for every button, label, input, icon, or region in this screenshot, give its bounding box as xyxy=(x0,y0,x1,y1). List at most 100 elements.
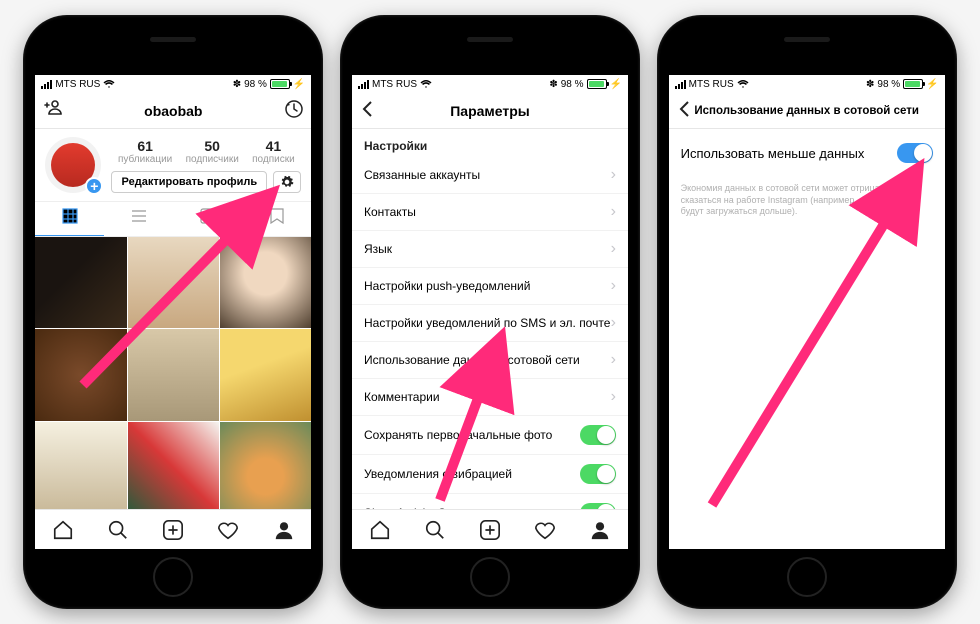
search-icon[interactable] xyxy=(107,519,129,541)
gear-icon xyxy=(280,175,294,189)
add-post-icon[interactable] xyxy=(162,519,184,541)
home-icon[interactable] xyxy=(52,519,74,541)
add-post-icon[interactable] xyxy=(479,519,501,541)
battery-pct: 98 % xyxy=(244,79,267,90)
stat-posts[interactable]: 61публикации xyxy=(118,138,172,165)
carrier-label: MTS RUS xyxy=(372,79,417,90)
photos-of-you-tab[interactable] xyxy=(173,202,242,236)
stat-followers[interactable]: 50подписчики xyxy=(186,138,239,165)
row-contacts[interactable]: Контакты› xyxy=(352,194,628,231)
home-button[interactable] xyxy=(470,557,510,597)
profile-icon[interactable] xyxy=(273,519,295,541)
footnote: Экономия данных в сотовой сети может отр… xyxy=(669,177,945,224)
chevron-right-icon: › xyxy=(611,351,616,369)
toggle-switch[interactable] xyxy=(897,143,933,163)
phone-cellular: MTS RUS ✽ 98 % ⚡ Использование данных в … xyxy=(657,15,957,609)
back-button[interactable] xyxy=(360,100,374,121)
grid-cell[interactable] xyxy=(35,422,126,509)
chevron-right-icon: › xyxy=(611,166,616,184)
stats-row: 61публикации 50подписчики 41подписки xyxy=(111,138,301,165)
search-icon[interactable] xyxy=(424,519,446,541)
chevron-right-icon: › xyxy=(611,277,616,295)
saved-tab[interactable] xyxy=(242,202,311,236)
row-label: Использовать меньше данных xyxy=(681,146,865,161)
signal-icon xyxy=(675,80,686,89)
row-cellular-data[interactable]: Использование данных в сотовой сети› xyxy=(352,342,628,379)
row-push[interactable]: Настройки push-уведомлений› xyxy=(352,268,628,305)
settings-header: Параметры xyxy=(352,93,628,129)
bluetooth-icon: ✽ xyxy=(233,79,241,90)
signal-icon xyxy=(358,80,369,89)
stat-following[interactable]: 41подписки xyxy=(252,138,295,165)
archive-icon[interactable] xyxy=(285,100,303,121)
charging-icon: ⚡ xyxy=(293,79,305,90)
row-linked-accounts[interactable]: Связанные аккаунты› xyxy=(352,157,628,194)
profile-icon[interactable] xyxy=(589,519,611,541)
home-icon[interactable] xyxy=(369,519,391,541)
photo-grid xyxy=(35,237,311,509)
page-title: Использование данных в сотовой сети xyxy=(694,105,919,117)
wifi-icon xyxy=(420,79,432,89)
settings-gear-button[interactable] xyxy=(273,171,301,193)
cellular-header: Использование данных в сотовой сети xyxy=(669,93,945,129)
chevron-right-icon: › xyxy=(611,314,616,332)
battery-icon xyxy=(270,79,290,89)
chevron-left-icon xyxy=(360,100,374,118)
activity-icon[interactable] xyxy=(217,519,239,541)
home-button[interactable] xyxy=(153,557,193,597)
wifi-icon xyxy=(737,79,749,89)
status-bar: MTS RUS ✽ 98 % ⚡ xyxy=(352,75,628,93)
tab-bar xyxy=(35,509,311,549)
chevron-right-icon: › xyxy=(611,203,616,221)
carrier-label: MTS RUS xyxy=(55,79,100,90)
row-use-less-data[interactable]: Использовать меньше данных xyxy=(669,129,945,177)
row-sms-email[interactable]: Настройки уведомлений по SMS и эл. почте… xyxy=(352,305,628,342)
avatar[interactable]: + xyxy=(45,137,101,193)
phone-profile: MTS RUS ✽ 98 % ⚡ obaobab + xyxy=(23,15,323,609)
activity-icon[interactable] xyxy=(534,519,556,541)
edit-profile-button[interactable]: Редактировать профиль xyxy=(111,171,267,193)
grid-tab[interactable] xyxy=(35,202,104,236)
battery-icon xyxy=(903,79,923,89)
grid-cell[interactable] xyxy=(220,237,311,328)
add-people-icon[interactable] xyxy=(43,100,63,121)
grid-cell[interactable] xyxy=(128,237,219,328)
tab-bar xyxy=(352,509,628,549)
row-language[interactable]: Язык› xyxy=(352,231,628,268)
status-bar: MTS RUS ✽ 98 % ⚡ xyxy=(35,75,311,93)
grid-cell[interactable] xyxy=(128,329,219,420)
battery-pct: 98 % xyxy=(877,79,900,90)
chevron-right-icon: › xyxy=(611,388,616,406)
username-title[interactable]: obaobab xyxy=(144,103,202,119)
profile-header: obaobab xyxy=(35,93,311,129)
battery-pct: 98 % xyxy=(561,79,584,90)
toggle-switch[interactable] xyxy=(580,425,616,445)
signal-icon xyxy=(41,80,52,89)
row-save-original[interactable]: Сохранять первоначальные фото xyxy=(352,416,628,455)
row-vibrate[interactable]: Уведомления с вибрацией xyxy=(352,455,628,494)
list-tab[interactable] xyxy=(104,202,173,236)
phone-settings: MTS RUS ✽ 98 % ⚡ Параметры Настройки Свя… xyxy=(340,15,640,609)
toggle-switch[interactable] xyxy=(580,464,616,484)
charging-icon: ⚡ xyxy=(610,79,622,90)
bluetooth-icon: ✽ xyxy=(549,79,557,90)
toggle-switch[interactable] xyxy=(580,503,616,509)
wifi-icon xyxy=(103,79,115,89)
charging-icon: ⚡ xyxy=(926,79,938,90)
row-comments[interactable]: Комментарии› xyxy=(352,379,628,416)
grid-cell[interactable] xyxy=(220,329,311,420)
home-button[interactable] xyxy=(787,557,827,597)
add-story-icon[interactable]: + xyxy=(85,177,103,195)
back-button[interactable] xyxy=(677,100,691,121)
grid-cell[interactable] xyxy=(35,237,126,328)
battery-icon xyxy=(587,79,607,89)
grid-cell[interactable] xyxy=(220,422,311,509)
grid-cell[interactable] xyxy=(35,329,126,420)
chevron-right-icon: › xyxy=(611,240,616,258)
view-tabs xyxy=(35,201,311,237)
grid-cell[interactable] xyxy=(128,422,219,509)
chevron-left-icon xyxy=(677,100,691,118)
row-activity-status[interactable]: Show Activity Status xyxy=(352,494,628,509)
status-bar: MTS RUS ✽ 98 % ⚡ xyxy=(669,75,945,93)
carrier-label: MTS RUS xyxy=(689,79,734,90)
